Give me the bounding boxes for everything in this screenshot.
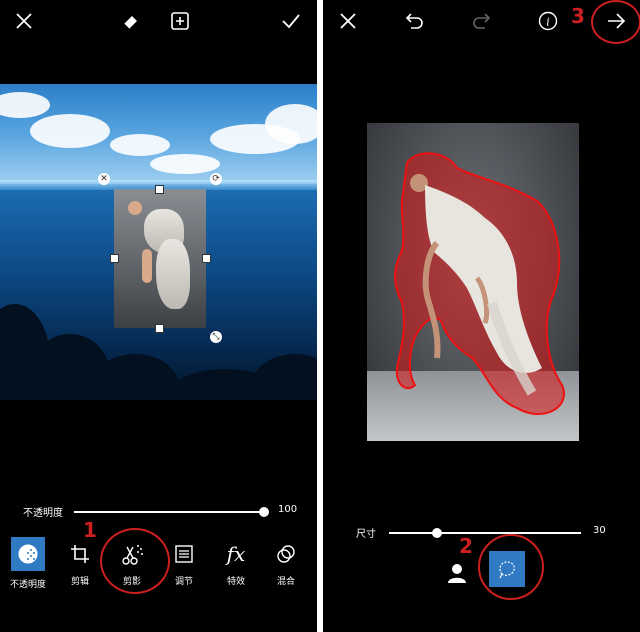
canvas-image[interactable]: ✕ ⟳ ⤡ <box>0 84 317 400</box>
size-slider-knob[interactable] <box>432 528 442 538</box>
blend-icon <box>272 540 300 568</box>
tool-label: 剪辑 <box>70 577 89 587</box>
size-slider-track[interactable] <box>389 532 581 534</box>
annotation-number: 1 <box>83 518 97 542</box>
undo-icon[interactable] <box>401 8 427 34</box>
delete-layer-handle[interactable]: ✕ <box>98 173 110 185</box>
eraser-icon[interactable] <box>118 8 144 34</box>
tool-blend[interactable]: 混合 <box>262 540 310 588</box>
dancer-silhouette <box>394 152 565 415</box>
dancer-layer[interactable] <box>114 189 206 328</box>
adjust-icon <box>170 540 198 568</box>
redo-icon[interactable] <box>469 8 495 34</box>
add-icon[interactable] <box>167 8 193 34</box>
brush-size-slider-row: 尺寸 30 <box>323 521 640 545</box>
resize-handle-left[interactable] <box>110 254 119 263</box>
tool-label: 调节 <box>174 577 193 587</box>
annotation-number: 2 <box>459 534 473 558</box>
cloud <box>30 114 110 148</box>
tool-effects[interactable]: fx 特效 <box>212 540 260 588</box>
tool-crop[interactable]: 剪辑 <box>56 540 104 588</box>
rotate-handle[interactable]: ⟳ <box>210 173 222 185</box>
dancer-dress <box>156 239 190 309</box>
size-label: 尺寸 <box>356 529 376 540</box>
opacity-icon <box>11 537 45 571</box>
fx-icon: fx <box>226 542 246 566</box>
cloud <box>265 104 317 144</box>
opacity-value: 100 <box>278 504 298 515</box>
dancer-head <box>128 201 142 215</box>
crop-icon <box>66 540 94 568</box>
opacity-slider-knob[interactable] <box>259 507 269 517</box>
resize-handle-right[interactable] <box>202 254 211 263</box>
tool-opacity[interactable]: 不透明度 <box>4 537 52 590</box>
resize-handle-top[interactable] <box>155 185 164 194</box>
opacity-label: 不透明度 <box>23 508 63 519</box>
editor-panel-right: i 3 尺寸 30 2 <box>323 0 640 632</box>
annotation-circle <box>478 534 544 600</box>
opacity-slider-track[interactable] <box>74 511 264 513</box>
editor-panel-left: ✕ ⟳ ⤡ 不透明度 100 不透明度 剪辑 剪影 调节 fx 特效 混合 1 <box>0 0 317 632</box>
person-select-button[interactable] <box>445 561 469 585</box>
cloud <box>150 154 220 174</box>
annotation-number: 3 <box>571 4 585 28</box>
tool-label: 特效 <box>226 577 245 587</box>
opacity-slider-row: 不透明度 100 <box>0 500 317 524</box>
annotation-circle <box>100 528 170 594</box>
close-icon[interactable] <box>11 8 37 34</box>
svg-text:i: i <box>546 16 550 29</box>
tool-label: 不透明度 <box>9 580 46 590</box>
size-value: 30 <box>593 525 606 536</box>
top-toolbar <box>0 0 317 42</box>
person-icon <box>448 564 466 583</box>
scale-handle[interactable]: ⤡ <box>210 331 222 343</box>
resize-handle-bottom[interactable] <box>155 324 164 333</box>
info-icon[interactable]: i <box>535 8 561 34</box>
close-icon[interactable] <box>335 8 361 34</box>
tool-label: 混合 <box>276 577 295 587</box>
annotation-circle <box>591 0 640 44</box>
dancer-leg <box>142 249 152 283</box>
cutout-canvas[interactable] <box>367 123 579 441</box>
check-icon[interactable] <box>278 8 304 34</box>
cloud <box>110 134 170 156</box>
